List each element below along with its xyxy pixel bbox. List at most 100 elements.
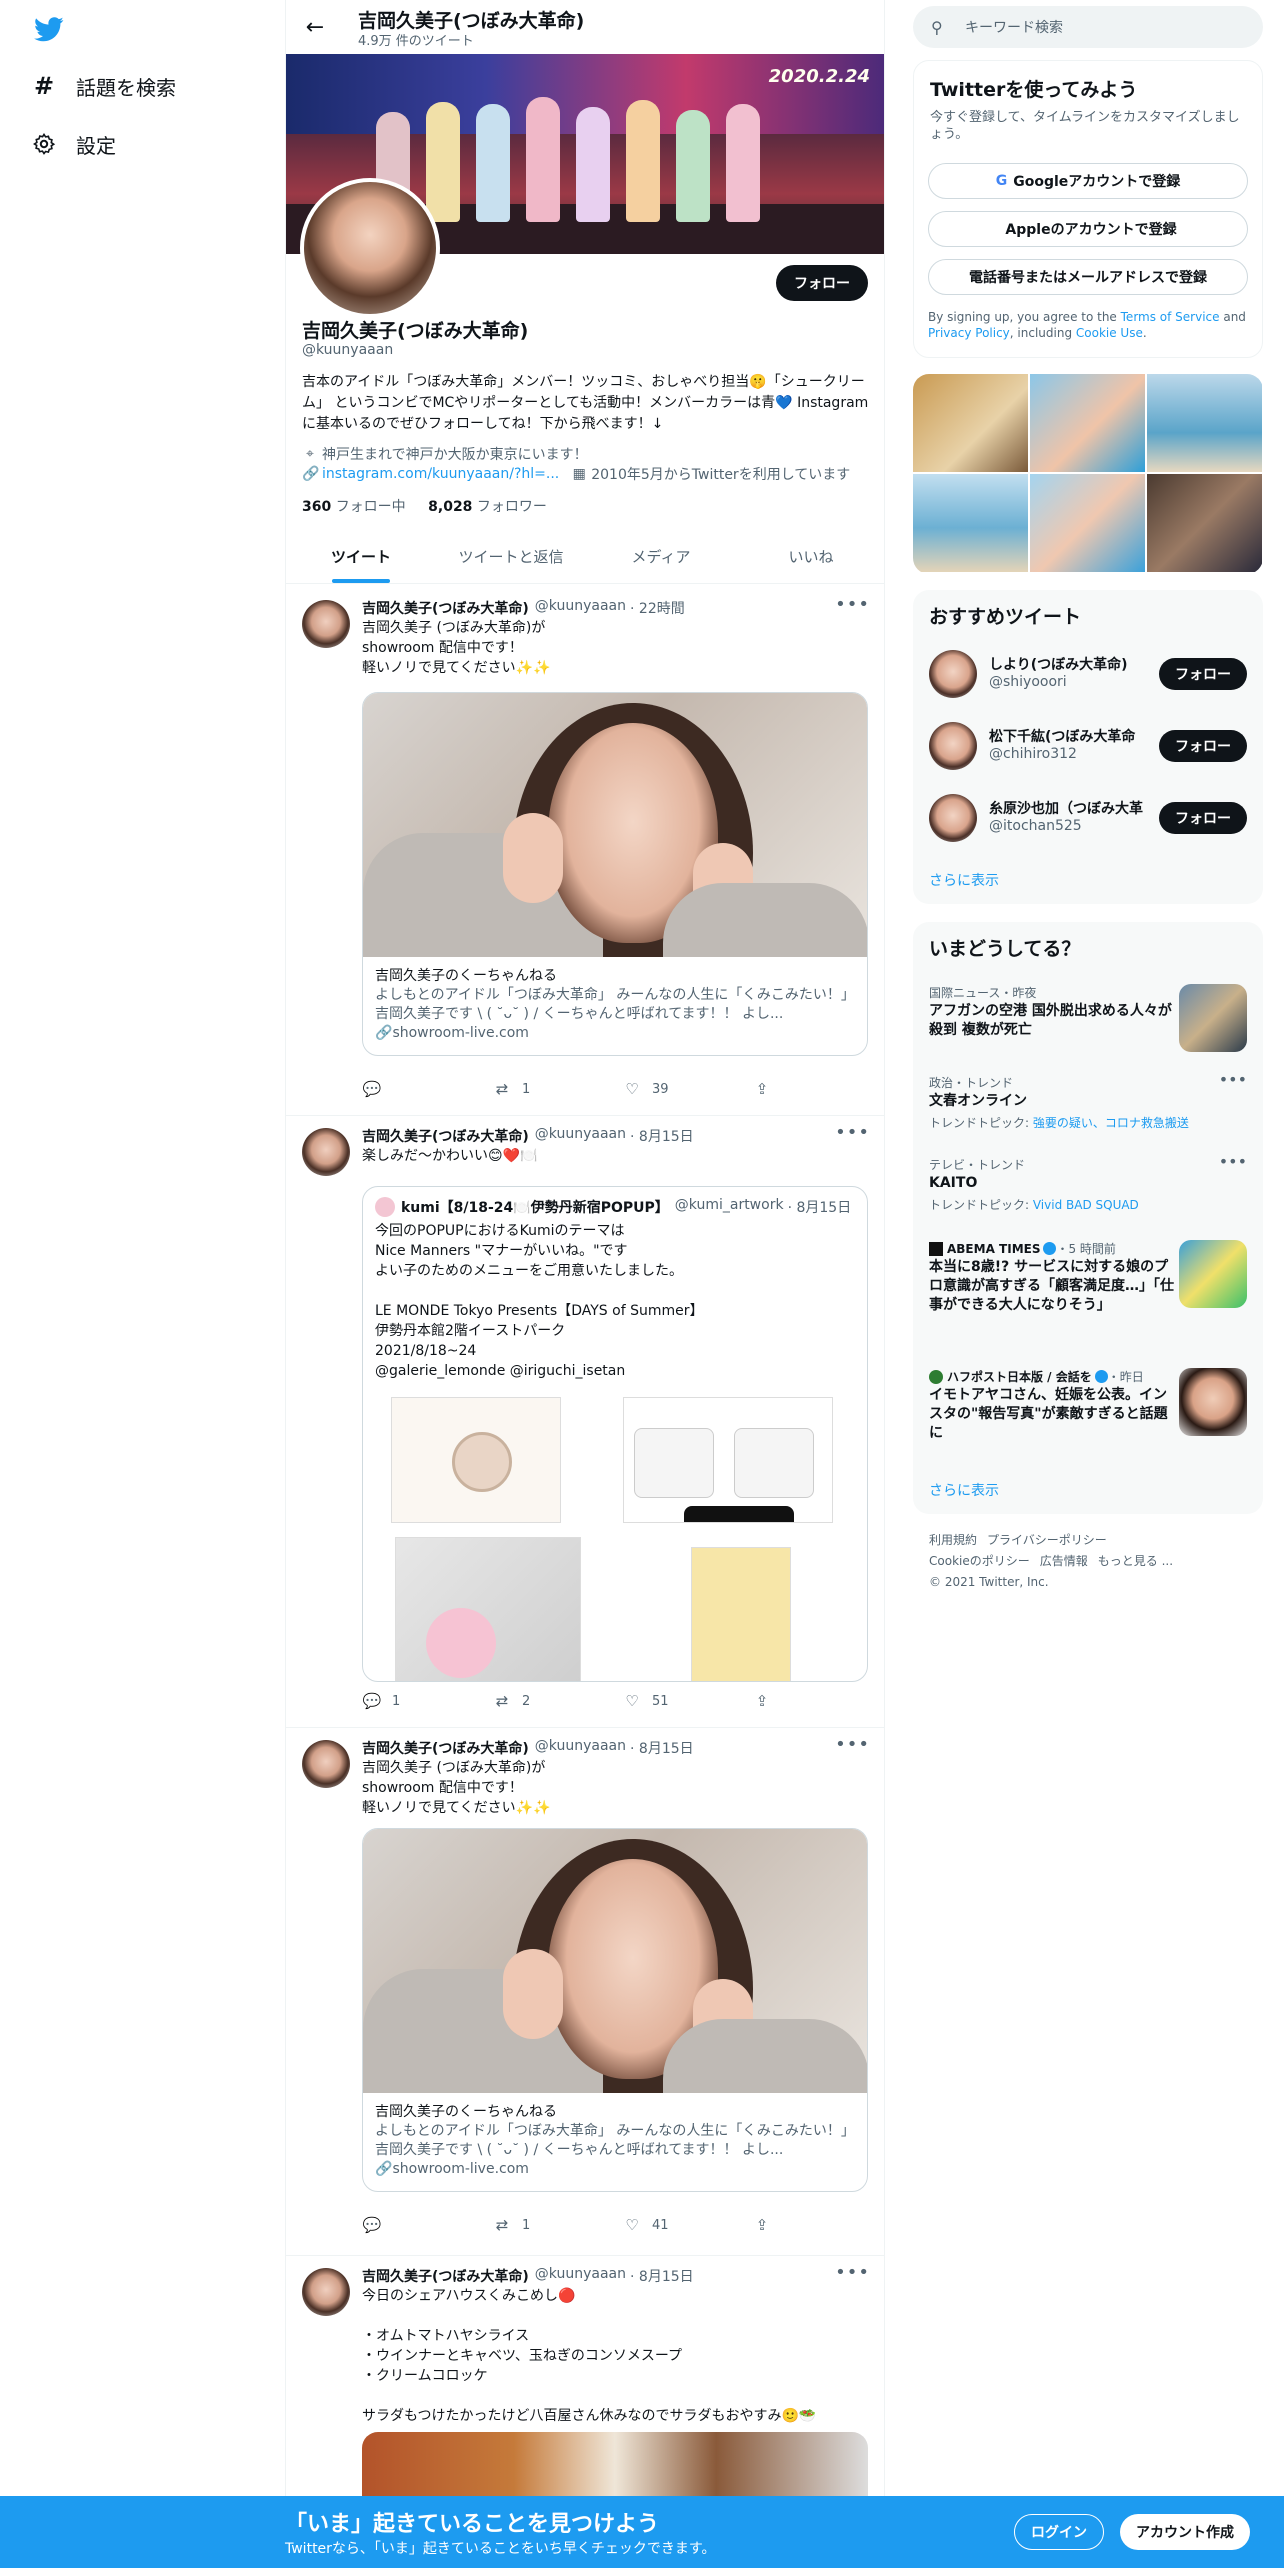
tab-tweets[interactable]: ツイート: [286, 530, 436, 583]
footer-link-more[interactable]: もっと見る ...: [1098, 1554, 1173, 1568]
media-thumbnail[interactable]: [1030, 474, 1145, 572]
share-icon: ⇪: [755, 1080, 769, 1098]
tweet-author-name[interactable]: 吉岡久美子(つぼみ大革命): [362, 2266, 529, 2286]
gear-icon: [30, 130, 58, 158]
tweet-author-handle: @kuunyaaan: [534, 2266, 626, 2282]
google-signup-button[interactable]: G Googleアカウントで登録: [928, 163, 1248, 199]
tweet-avatar[interactable]: [302, 600, 350, 648]
signup-button[interactable]: アカウント作成: [1120, 2514, 1250, 2550]
media-thumbnail[interactable]: [913, 474, 1028, 572]
recommended-title: おすすめツイート: [929, 606, 1082, 628]
recommended-user[interactable]: しより(つぼみ大革命) @shiyooori フォロー: [913, 638, 1263, 710]
media-thumbnail[interactable]: [1030, 374, 1145, 472]
tweet[interactable]: 吉岡久美子(つぼみ大革命) @kuunyaaan · 22時間 ••• 吉岡久美…: [286, 588, 884, 1116]
tweet[interactable]: 吉岡久美子(つぼみ大革命) @kuunyaaan · 8月15日 ••• 吉岡久…: [286, 1728, 884, 2256]
user-handle: @chihiro312: [989, 746, 1077, 762]
more-options-icon[interactable]: •••: [1219, 1070, 1247, 1089]
trend-category: テレビ・トレンド: [929, 1158, 1026, 1172]
nav-settings[interactable]: 設定: [30, 120, 116, 168]
more-options-icon[interactable]: •••: [835, 594, 870, 615]
source-logo-icon: [929, 1241, 943, 1256]
trend-item[interactable]: テレビ・トレンド KAITO トレンドトピック: Vivid BAD SQUAD…: [913, 1152, 1263, 1226]
share-button[interactable]: ⇪: [752, 1692, 792, 1710]
recommended-user[interactable]: 糸原沙也加（つぼみ大革 @itochan525 フォロー: [913, 782, 1263, 854]
tweet-author-name[interactable]: 吉岡久美子(つぼみ大革命): [362, 1738, 529, 1758]
cookie-link[interactable]: Cookie Use: [1076, 326, 1143, 340]
retweet-button[interactable]: ⇄ 1: [492, 1080, 622, 1098]
footer-link-privacy[interactable]: プライバシーポリシー: [987, 1533, 1107, 1547]
recommended-user[interactable]: 松下千紘(つぼみ大革命 @chihiro312 フォロー: [913, 710, 1263, 782]
media-thumbnail[interactable]: [913, 374, 1028, 472]
link-card[interactable]: 吉岡久美子のくーちゃんねる よしもとのアイドル「つぼみ大革命」 みーんなの人生に…: [362, 692, 868, 1056]
link-card[interactable]: 吉岡久美子のくーちゃんねる よしもとのアイドル「つぼみ大革命」 みーんなの人生に…: [362, 1828, 868, 2192]
tweet-author-name[interactable]: 吉岡久美子(つぼみ大革命): [362, 598, 529, 618]
tweet-time[interactable]: · 8月15日: [630, 1126, 694, 1146]
quoted-tweet[interactable]: kumi【8/18-24🍽️伊勢丹新宿POPUP】 @kumi_artwork …: [362, 1186, 868, 1682]
trend-item[interactable]: ハフポスト日本版 / 会話を ・昨日 イモトアヤコさん、妊娠を公表。インスタの"報…: [913, 1368, 1263, 1458]
followers-link[interactable]: 8,028 フォロワー: [428, 499, 547, 515]
back-arrow-icon[interactable]: ←: [300, 12, 330, 42]
login-button[interactable]: ログイン: [1014, 2514, 1104, 2550]
share-button[interactable]: ⇪: [752, 1080, 792, 1098]
tweet-author-name[interactable]: 吉岡久美子(つぼみ大革命): [362, 1126, 529, 1146]
tab-tweets-replies[interactable]: ツイートと返信: [436, 530, 586, 583]
heart-icon: ♡: [625, 2216, 639, 2234]
follow-button[interactable]: フォロー: [1159, 730, 1247, 762]
reply-button[interactable]: 💬: [362, 2216, 492, 2234]
profile-link[interactable]: instagram.com/kuunyaaan/?hl=...: [322, 466, 559, 482]
phone-signup-button[interactable]: 電話番号またはメールアドレスで登録: [928, 259, 1248, 295]
twitter-logo-icon[interactable]: [34, 14, 64, 44]
more-options-icon[interactable]: •••: [1219, 1152, 1247, 1171]
share-button[interactable]: ⇪: [752, 2216, 792, 2234]
tweet-avatar[interactable]: [302, 2268, 350, 2316]
search-input[interactable]: キーワード検索: [965, 17, 1063, 37]
hash-icon: #: [33, 72, 55, 100]
search-box[interactable]: ⚲ キーワード検索: [913, 6, 1263, 48]
follow-button[interactable]: フォロー: [1159, 802, 1247, 834]
terms-link[interactable]: Terms of Service: [1121, 310, 1220, 324]
follow-button[interactable]: フォロー: [1159, 658, 1247, 690]
tweet-avatar[interactable]: [302, 1128, 350, 1176]
trend-item[interactable]: 国際ニュース・昨夜 アフガンの空港 国外脱出求める人々が殺到 複数が死亡: [913, 984, 1263, 1060]
footer-link-terms[interactable]: 利用規約: [929, 1533, 977, 1547]
tweet-time[interactable]: · 8月15日: [630, 2266, 694, 2286]
tweet-time[interactable]: · 22時間: [630, 598, 685, 618]
follow-button[interactable]: フォロー: [776, 265, 868, 301]
trend-item[interactable]: ABEMA TIMES ・5 時間前 本当に8歳!? サービスに対する娘のプロ意識…: [913, 1240, 1263, 1340]
tab-likes[interactable]: いいね: [736, 530, 884, 583]
tweet[interactable]: 吉岡久美子(つぼみ大革命) @kuunyaaan · 8月15日 ••• 楽しみ…: [286, 1116, 884, 1728]
footer-link-cookie[interactable]: Cookieのポリシー: [929, 1554, 1030, 1568]
reply-count: 1: [392, 1693, 401, 1709]
tweet-time[interactable]: · 8月15日: [630, 1738, 694, 1758]
link-card-title: 吉岡久美子のくーちゃんねる: [375, 2104, 557, 2120]
profile-avatar[interactable]: [300, 178, 440, 318]
trend-item[interactable]: 政治・トレンド 文春オンライン トレンドトピック: 強要の疑い、コロナ救急搬送 …: [913, 1070, 1263, 1144]
footer-link-ads[interactable]: 広告情報: [1040, 1554, 1088, 1568]
retweet-button[interactable]: ⇄ 1: [492, 2216, 622, 2234]
more-options-icon[interactable]: •••: [835, 2262, 870, 2283]
more-options-icon[interactable]: •••: [835, 1122, 870, 1143]
trend-subtopic-links[interactable]: Vivid BAD SQUAD: [1033, 1198, 1139, 1212]
like-button[interactable]: ♡ 39: [622, 1080, 752, 1098]
show-more-link[interactable]: さらに表示: [929, 870, 999, 890]
like-count: 41: [652, 2217, 669, 2233]
reply-button[interactable]: 💬 1: [362, 1692, 492, 1710]
reply-button[interactable]: 💬: [362, 1080, 492, 1098]
like-button[interactable]: ♡ 51: [622, 1692, 752, 1710]
retweet-button[interactable]: ⇄ 2: [492, 1692, 622, 1710]
apple-signup-button[interactable]: Appleのアカウントで登録: [928, 211, 1248, 247]
trend-subtopic-links[interactable]: 強要の疑い、コロナ救急搬送: [1033, 1116, 1189, 1130]
media-thumbnail[interactable]: [1147, 374, 1262, 472]
nav-explore[interactable]: # 話題を検索: [30, 62, 176, 110]
like-button[interactable]: ♡ 41: [622, 2216, 752, 2234]
tweet-avatar[interactable]: [302, 1740, 350, 1788]
more-options-icon[interactable]: •••: [835, 1734, 870, 1755]
link-card-domain: showroom-live.com: [392, 1025, 529, 1041]
show-more-link[interactable]: さらに表示: [929, 1480, 999, 1500]
following-link[interactable]: 360 フォロー中: [302, 499, 406, 515]
tab-media[interactable]: メディア: [586, 530, 736, 583]
user-name: 糸原沙也加（つぼみ大革: [989, 801, 1143, 817]
media-thumbnail[interactable]: [1147, 474, 1262, 572]
user-name: 松下千紘(つぼみ大革命: [989, 729, 1136, 745]
privacy-link[interactable]: Privacy Policy: [928, 326, 1010, 340]
